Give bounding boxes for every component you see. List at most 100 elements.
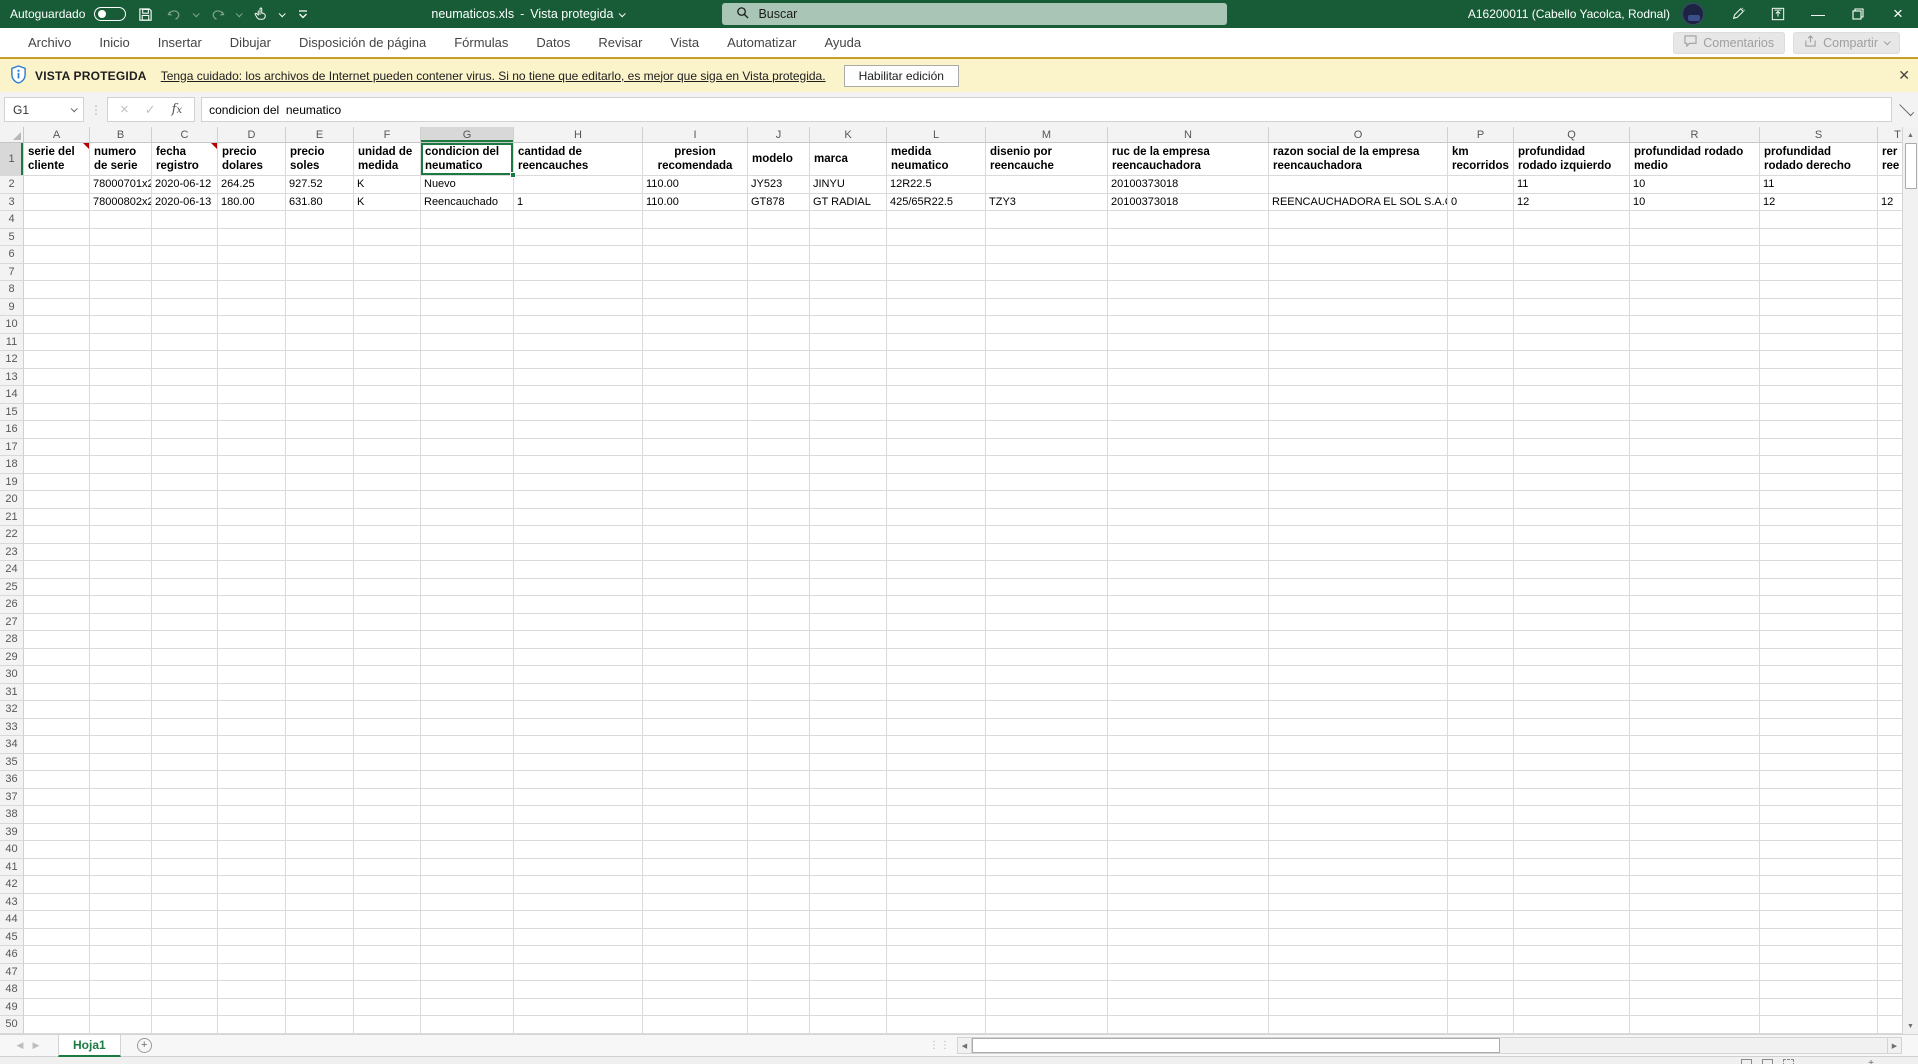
cell-J28[interactable] xyxy=(748,631,810,649)
cell-R27[interactable] xyxy=(1630,613,1760,631)
row-header-25[interactable]: 25 xyxy=(0,578,24,596)
cell-E1[interactable]: precio soles xyxy=(286,143,354,176)
cell-C17[interactable] xyxy=(152,438,218,456)
cell-C6[interactable] xyxy=(152,246,218,264)
cell-E6[interactable] xyxy=(286,246,354,264)
cell-D8[interactable] xyxy=(218,281,286,299)
cell-G18[interactable] xyxy=(421,456,514,474)
cell-D21[interactable] xyxy=(218,508,286,526)
cell-B47[interactable] xyxy=(90,963,152,981)
cell-H25[interactable] xyxy=(514,578,643,596)
cell-K28[interactable] xyxy=(810,631,887,649)
cell-E34[interactable] xyxy=(286,736,354,754)
cell-H18[interactable] xyxy=(514,456,643,474)
cell-E28[interactable] xyxy=(286,631,354,649)
cell-A35[interactable] xyxy=(24,753,90,771)
cell-K44[interactable] xyxy=(810,911,887,929)
cell-P26[interactable] xyxy=(1448,596,1514,614)
cell-B36[interactable] xyxy=(90,771,152,789)
cell-A5[interactable] xyxy=(24,228,90,246)
cell-O37[interactable] xyxy=(1269,788,1448,806)
cell-I12[interactable] xyxy=(643,351,748,369)
cell-H1[interactable]: cantidad de reencauches xyxy=(514,143,643,176)
cell-E42[interactable] xyxy=(286,876,354,894)
cell-F31[interactable] xyxy=(354,683,421,701)
cell-N37[interactable] xyxy=(1108,788,1269,806)
column-header-G[interactable]: G xyxy=(421,127,514,143)
cell-L27[interactable] xyxy=(887,613,986,631)
cell-I44[interactable] xyxy=(643,911,748,929)
cell-J12[interactable] xyxy=(748,351,810,369)
cell-O4[interactable] xyxy=(1269,211,1448,229)
cell-I37[interactable] xyxy=(643,788,748,806)
cell-J3[interactable]: GT878 xyxy=(748,193,810,211)
cell-R34[interactable] xyxy=(1630,736,1760,754)
cell-E38[interactable] xyxy=(286,806,354,824)
cell-E24[interactable] xyxy=(286,561,354,579)
cell-R15[interactable] xyxy=(1630,403,1760,421)
cell-S36[interactable] xyxy=(1760,771,1878,789)
cell-P6[interactable] xyxy=(1448,246,1514,264)
horizontal-scrollbar[interactable]: ⋮⋮ ◀ ▶ xyxy=(929,1037,1902,1054)
cell-I13[interactable] xyxy=(643,368,748,386)
cell-B42[interactable] xyxy=(90,876,152,894)
cell-G6[interactable] xyxy=(421,246,514,264)
cell-P48[interactable] xyxy=(1448,981,1514,999)
cell-E20[interactable] xyxy=(286,491,354,509)
cell-H38[interactable] xyxy=(514,806,643,824)
cell-R20[interactable] xyxy=(1630,491,1760,509)
cell-G34[interactable] xyxy=(421,736,514,754)
cell-R35[interactable] xyxy=(1630,753,1760,771)
row-header-39[interactable]: 39 xyxy=(0,823,24,841)
cell-B46[interactable] xyxy=(90,946,152,964)
cell-C23[interactable] xyxy=(152,543,218,561)
cell-R23[interactable] xyxy=(1630,543,1760,561)
cell-G12[interactable] xyxy=(421,351,514,369)
cell-S17[interactable] xyxy=(1760,438,1878,456)
cell-K9[interactable] xyxy=(810,298,887,316)
cell-C44[interactable] xyxy=(152,911,218,929)
cell-K45[interactable] xyxy=(810,928,887,946)
scroll-down-icon[interactable]: ▼ xyxy=(1903,1018,1918,1034)
cell-H36[interactable] xyxy=(514,771,643,789)
cell-O6[interactable] xyxy=(1269,246,1448,264)
cell-R46[interactable] xyxy=(1630,946,1760,964)
cell-E4[interactable] xyxy=(286,211,354,229)
cell-J24[interactable] xyxy=(748,561,810,579)
cell-Q16[interactable] xyxy=(1514,421,1630,439)
cell-R30[interactable] xyxy=(1630,666,1760,684)
cell-L30[interactable] xyxy=(887,666,986,684)
cell-I43[interactable] xyxy=(643,893,748,911)
cell-D28[interactable] xyxy=(218,631,286,649)
cell-B1[interactable]: numero de serie xyxy=(90,143,152,176)
cell-Q40[interactable] xyxy=(1514,841,1630,859)
cell-F32[interactable] xyxy=(354,701,421,719)
cell-P5[interactable] xyxy=(1448,228,1514,246)
cell-C28[interactable] xyxy=(152,631,218,649)
save-icon[interactable] xyxy=(135,4,155,24)
formula-input[interactable]: condicion del neumatico xyxy=(201,97,1892,122)
cell-Q22[interactable] xyxy=(1514,526,1630,544)
cell-N35[interactable] xyxy=(1108,753,1269,771)
cell-O50[interactable] xyxy=(1269,1016,1448,1034)
cell-T23[interactable] xyxy=(1878,543,1902,561)
cell-N22[interactable] xyxy=(1108,526,1269,544)
cell-H42[interactable] xyxy=(514,876,643,894)
cell-P29[interactable] xyxy=(1448,648,1514,666)
cell-C3[interactable]: 2020-06-13 xyxy=(152,193,218,211)
cell-T6[interactable] xyxy=(1878,246,1902,264)
cell-C5[interactable] xyxy=(152,228,218,246)
cell-N5[interactable] xyxy=(1108,228,1269,246)
cell-H39[interactable] xyxy=(514,823,643,841)
cell-C2[interactable]: 2020-06-12 xyxy=(152,176,218,194)
cell-C46[interactable] xyxy=(152,946,218,964)
cell-S2[interactable]: 11 xyxy=(1760,176,1878,194)
cell-E12[interactable] xyxy=(286,351,354,369)
cell-H31[interactable] xyxy=(514,683,643,701)
cell-D20[interactable] xyxy=(218,491,286,509)
cell-I34[interactable] xyxy=(643,736,748,754)
cell-Q14[interactable] xyxy=(1514,386,1630,404)
cell-M3[interactable]: TZY3 xyxy=(986,193,1108,211)
cell-G29[interactable] xyxy=(421,648,514,666)
cell-O15[interactable] xyxy=(1269,403,1448,421)
